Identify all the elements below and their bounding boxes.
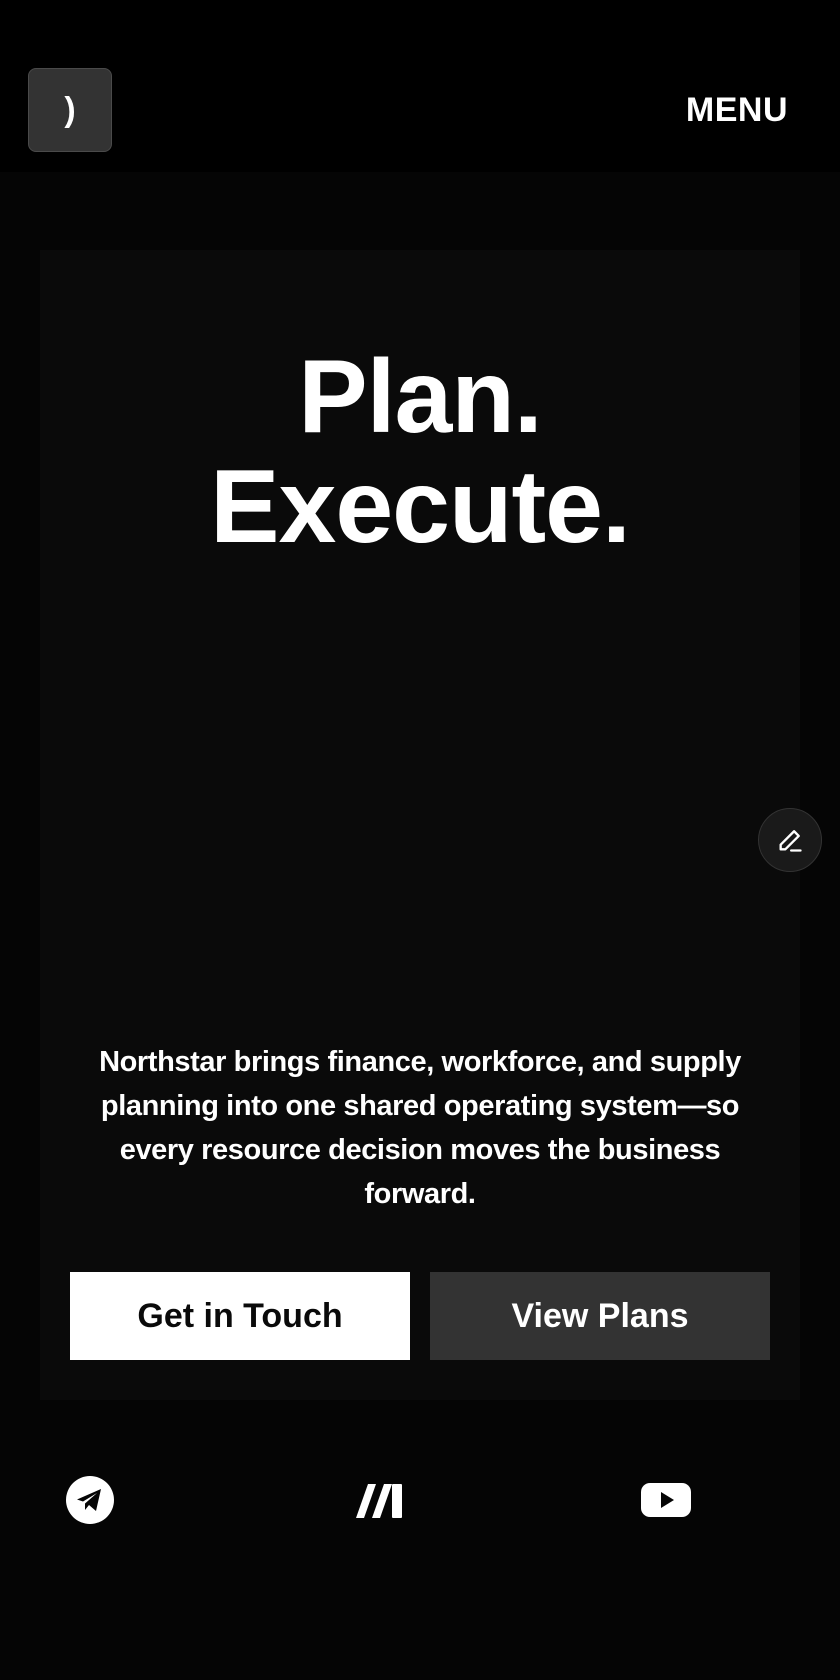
hero-title-line-1: Plan.	[298, 339, 543, 455]
pencil-icon	[779, 830, 802, 852]
logo-button[interactable]: )	[28, 68, 112, 152]
make-link[interactable]	[352, 1474, 408, 1526]
logo-glyph: )	[64, 90, 76, 129]
view-plans-button[interactable]: View Plans	[430, 1272, 770, 1360]
hero-description: Northstar brings finance, workforce, and…	[99, 1046, 741, 1210]
site-header: ) MENU	[0, 0, 840, 172]
telegram-icon	[66, 1476, 114, 1524]
get-in-touch-button[interactable]: Get in Touch	[70, 1272, 410, 1360]
hero-title-line-2: Execute.	[210, 449, 631, 565]
menu-button[interactable]: MENU	[686, 88, 788, 132]
hero-title: Plan. Execute.	[0, 342, 840, 562]
youtube-icon	[641, 1483, 691, 1517]
youtube-link[interactable]	[640, 1474, 692, 1526]
telegram-link[interactable]	[64, 1474, 116, 1526]
edit-button[interactable]	[758, 808, 822, 872]
make-icon	[356, 1484, 402, 1518]
